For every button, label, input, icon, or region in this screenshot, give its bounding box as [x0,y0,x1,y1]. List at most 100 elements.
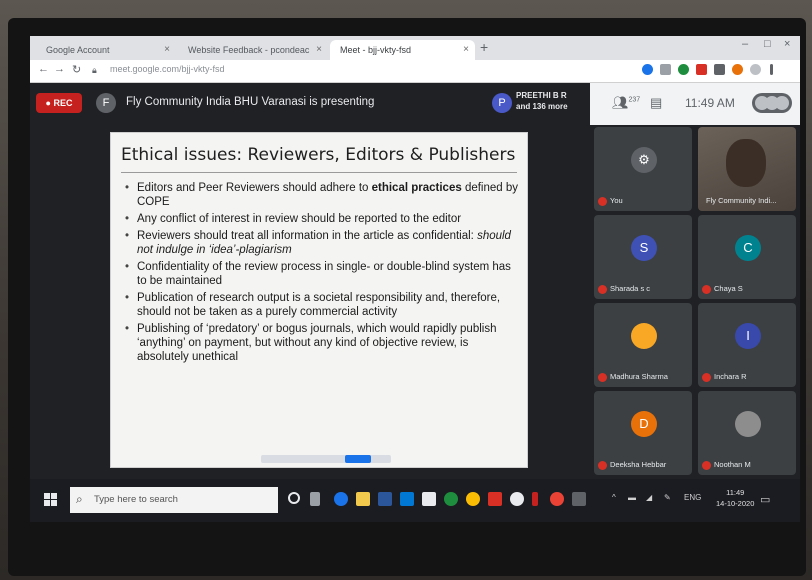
avatar: C [735,235,761,261]
sharing-banner [261,455,391,463]
extension-icon[interactable] [732,64,743,75]
avatar [631,323,657,349]
taskbar-search-input[interactable]: ⌕ Type here to search [70,487,278,513]
store-icon[interactable] [422,492,436,506]
network-icon[interactable]: ▬ [628,493,636,502]
task-view-icon[interactable] [310,492,320,506]
list-item: Publication of research output is a soci… [123,291,519,319]
back-arrow-icon[interactable]: ← [38,63,49,75]
maximize-button[interactable]: □ [764,38,771,50]
clock-date: 14-10-2020 [716,499,755,508]
tab-label: Website Feedback - pcondeac [188,45,310,55]
close-icon[interactable]: × [316,40,322,60]
avatar: ⚙︎ [631,147,657,173]
file-explorer-icon[interactable] [356,492,370,506]
participant-tile[interactable]: C Chaya S [698,215,796,299]
notification-icon[interactable]: ▭ [760,493,770,506]
mic-off-icon [702,461,711,470]
participant-name: PREETHI B R [516,91,567,100]
participant-name: Fly Community Indi... [706,196,777,205]
taskbar-clock[interactable]: 11:49 14-10-2020 [716,487,754,509]
extension-icon[interactable] [678,64,689,75]
avatar: S [631,235,657,261]
forward-arrow-icon[interactable]: → [54,63,65,75]
people-count: 237 [628,96,641,104]
app-icon[interactable] [510,492,524,506]
app-icon[interactable] [488,492,502,506]
list-item: Publishing of ‘predatory’ or bogus journ… [123,322,519,364]
word-icon[interactable] [378,492,392,506]
clock-time: 11:49 [726,488,745,497]
close-icon[interactable]: × [463,40,469,60]
minimize-button[interactable]: – [742,38,748,50]
presenting-label: Fly Community India BHU Varanasi is pres… [126,96,375,108]
self-view-avatars[interactable] [752,93,792,113]
tab-google-account[interactable]: Google Account × [36,40,176,60]
star-icon[interactable] [660,64,671,75]
slide: Ethical issues: Reviewers, Editors & Pub… [111,133,527,467]
edge-icon[interactable] [334,492,348,506]
reload-icon[interactable]: ↻ [72,63,81,76]
close-window-button[interactable]: × [784,38,790,50]
participant-tile[interactable]: I Inchara R [698,303,796,387]
avatar: F [96,93,116,113]
participant-name: Madhura Sharma [610,372,668,381]
extension-icon[interactable] [696,64,707,75]
participant-video [726,139,766,187]
mic-off-icon [598,285,607,294]
chat-icon[interactable]: ▤ [650,95,662,111]
avatar: P [492,93,512,113]
participant-name: You [610,196,623,205]
tab-meet[interactable]: Meet - bjj-vkty-fsd × [330,40,475,60]
chrome-icon[interactable] [466,492,480,506]
participant-name: Sharada s c [610,284,651,293]
avatar: D [631,411,657,437]
app-icon[interactable] [444,492,458,506]
participant-tile[interactable]: Madhura Sharma [594,303,692,387]
volume-icon[interactable]: ◢ [646,493,652,502]
windows-start-icon[interactable] [44,493,58,507]
list-item: Confidentiality of the review process in… [123,260,519,288]
lock-icon: 🔒︎ [92,65,97,75]
participant-tile[interactable]: ⚙︎ You [594,127,692,211]
list-item: Reviewers should treat all information i… [123,229,519,257]
extension-icon[interactable] [714,64,725,75]
participant-name: Noothan M [714,460,751,469]
list-item: Editors and Peer Reviewers should adhere… [123,181,519,209]
mic-off-icon [702,373,711,382]
participants-summary[interactable]: PREETHI B R and 136 more [516,90,568,112]
new-tab-button[interactable]: + [480,39,488,55]
app-icon[interactable] [572,492,586,506]
bullet-list: Editors and Peer Reviewers should adhere… [123,181,519,367]
people-icon[interactable]: 👥︎237 [612,95,640,111]
participant-grid: ⚙︎ You Fly Community Indi... S Sharada s… [590,125,800,479]
participant-tile[interactable]: Fly Community Indi... [698,127,796,211]
close-icon[interactable]: × [164,40,170,60]
url-field[interactable]: meet.google.com/bjj-vkty-fsd [110,64,225,74]
profile-icon[interactable] [750,64,761,75]
participant-tile[interactable]: D Deeksha Hebbar [594,391,692,475]
chevron-up-icon[interactable]: ^ [612,493,616,502]
avatar [735,411,761,437]
language-indicator[interactable]: ENG [684,493,701,502]
stop-sharing-button[interactable] [345,455,371,463]
tab-website-feedback[interactable]: Website Feedback - pcondeac × [178,40,328,60]
extension-icon[interactable] [642,64,653,75]
avatar [775,96,789,110]
menu-icon[interactable] [770,64,773,75]
mail-icon[interactable] [400,492,414,506]
pen-icon[interactable]: ✎ [664,493,671,502]
presentation-stage: Ethical issues: Reviewers, Editors & Pub… [30,125,590,479]
app-icon[interactable] [550,492,564,506]
participant-tile[interactable]: Noothan M [698,391,796,475]
participant-name: Deeksha Hebbar [610,460,667,469]
recording-badge: ● REC [36,93,82,113]
screen: Google Account × Website Feedback - pcon… [30,36,800,522]
mic-off-icon [598,373,607,382]
participant-name: Inchara R [714,372,747,381]
address-bar: ← → ↻ 🔒︎ meet.google.com/bjj-vkty-fsd [30,60,800,83]
app-icon[interactable] [532,492,538,506]
browser-tab-bar: Google Account × Website Feedback - pcon… [30,36,800,60]
participant-tile[interactable]: S Sharada s c [594,215,692,299]
cortana-icon[interactable] [288,492,300,504]
